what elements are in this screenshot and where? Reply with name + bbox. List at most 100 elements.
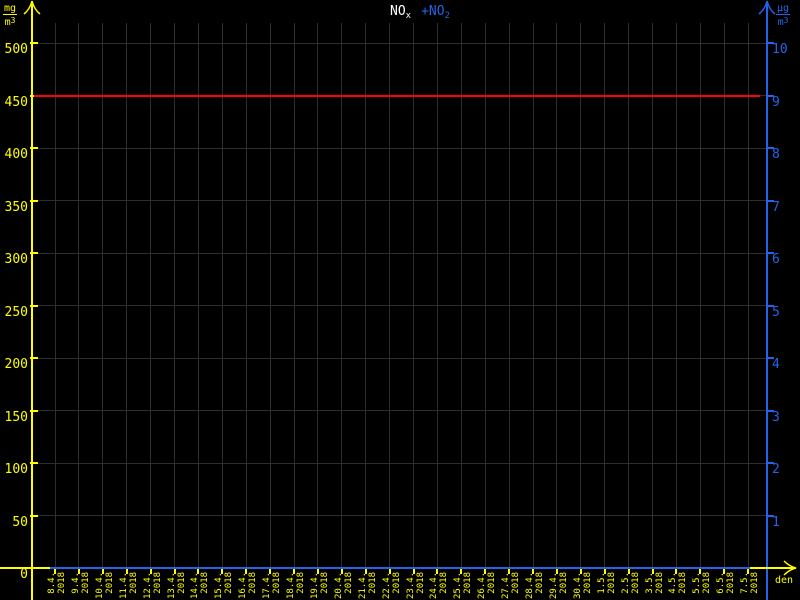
gridline-vertical <box>652 23 653 568</box>
date-text: 19.4. <box>309 571 320 599</box>
left-axis-tick-label: 350 <box>4 199 28 215</box>
gridline-vertical <box>150 23 152 568</box>
year-text: 2018 <box>463 572 474 594</box>
x-axis-date-label: 10.4. 2018 <box>95 572 115 599</box>
gridline-vertical <box>580 23 582 568</box>
gridline-vertical <box>413 23 414 568</box>
right-axis-tick-label: 9 <box>772 94 780 110</box>
gridline-vertical <box>269 23 271 568</box>
left-axis-tick <box>30 199 38 202</box>
left-axis-tick <box>30 42 38 44</box>
gridline-vertical <box>317 23 319 568</box>
gridline-vertical <box>747 23 749 568</box>
date-text: 15.4. <box>214 571 225 599</box>
gridline-vertical <box>54 23 56 568</box>
right-axis-tick-label: 4 <box>772 357 780 372</box>
date-text: 10.4. <box>94 571 105 599</box>
date-text: 6.5. <box>716 572 727 594</box>
year-text: 2018 <box>415 572 426 594</box>
left-axis-tick-label: 300 <box>4 252 28 267</box>
series-nox-title: NOx <box>390 4 411 21</box>
gridline-vertical <box>102 23 104 568</box>
x-axis-date-label: 30.4. 2018 <box>573 572 593 599</box>
nox-text: NO <box>390 4 406 19</box>
left-axis-tick <box>30 252 38 254</box>
gridline-vertical <box>221 23 223 568</box>
year-text: 2018 <box>750 572 761 594</box>
gridline-vertical <box>174 23 175 568</box>
date-text: 23.4. <box>405 571 416 599</box>
left-axis-tick-label: 50 <box>12 514 28 530</box>
right-unit-numerator: µg <box>776 3 791 15</box>
x-axis-date-label: 16.4. 2018 <box>238 572 258 599</box>
right-axis-tick-label: 7 <box>772 199 780 215</box>
series-line-nox <box>34 95 760 97</box>
left-axis-tick-label: 250 <box>4 304 28 320</box>
x-axis-date-label: 11.4. 2018 <box>119 572 139 599</box>
year-text: 2018 <box>343 572 354 594</box>
date-text: 4.5. <box>668 572 679 594</box>
date-text: 27.4. <box>501 571 512 599</box>
right-axis-tick-label: 6 <box>772 252 780 267</box>
right-y-axis <box>766 3 768 600</box>
date-text: 3.5. <box>644 572 655 594</box>
right-axis-tick-label: 10 <box>772 42 788 57</box>
x-axis-date-label: 15.4. 2018 <box>214 572 234 599</box>
gridline-vertical <box>508 23 510 568</box>
x-axis-date-label: 26.4. 2018 <box>477 572 497 599</box>
year-text: 2018 <box>296 572 306 594</box>
year-text: 2018 <box>678 572 689 594</box>
gridline-vertical <box>365 23 367 568</box>
gridline-vertical <box>675 23 677 568</box>
x-axis-date-label: 25.4. 2018 <box>453 572 473 599</box>
year-text: 2018 <box>630 572 641 594</box>
x-axis-arrow-label: den <box>775 575 794 586</box>
date-text: 7.5. <box>740 572 751 594</box>
date-text: 22.4. <box>381 571 392 599</box>
date-text: 26.4. <box>477 571 488 599</box>
x-axis-date-label: 13.4. 2018 <box>167 572 187 599</box>
gridline-vertical <box>293 23 295 568</box>
pollution-chart: NOx +NO2 mg m3 µg m3 den 8.4. 2018 9.4. 2018… <box>0 0 800 600</box>
right-axis-unit-label: µg m3 <box>776 3 791 28</box>
date-text: 11.4. <box>118 571 129 599</box>
right-axis-arrow-icon <box>758 0 776 15</box>
year-text: 2018 <box>57 572 67 594</box>
year-text: 2018 <box>535 572 545 594</box>
left-axis-tick <box>30 514 38 517</box>
year-text: 2018 <box>582 572 593 594</box>
right-axis-tick-label: 1 <box>772 514 780 530</box>
date-text: 16.4. <box>238 571 249 599</box>
x-axis-date-label: 2.5. 2018 <box>621 572 641 599</box>
gridline-vertical <box>604 23 606 568</box>
date-text: 13.4. <box>166 571 177 599</box>
year-text: 2018 <box>152 572 163 594</box>
series-line-no2 <box>50 567 750 569</box>
year-text: 2018 <box>176 572 187 594</box>
x-axis-date-label: 14.4. 2018 <box>190 572 210 599</box>
date-text: 28.4. <box>525 571 535 599</box>
year-text: 2018 <box>391 572 402 594</box>
left-axis-tick-label: 100 <box>4 462 28 477</box>
gridline-vertical <box>484 23 486 568</box>
gridline-vertical <box>628 23 630 568</box>
gridline-horizontal <box>33 305 767 306</box>
gridline-vertical <box>78 23 80 568</box>
left-unit-numerator: mg <box>3 3 18 15</box>
gridline-vertical <box>126 23 128 568</box>
date-text: 17.4. <box>262 571 273 599</box>
x-axis-date-label: 21.4. 2018 <box>358 572 378 599</box>
gridline-horizontal <box>33 515 767 516</box>
series-no2-title: +NO2 <box>421 4 450 21</box>
date-text: 1.5. <box>596 572 607 594</box>
x-axis-date-label: 27.4. 2018 <box>501 572 521 599</box>
x-axis-date-label: 23.4. 2018 <box>406 572 426 599</box>
left-axis-tick <box>30 147 38 149</box>
year-text: 2018 <box>439 572 450 594</box>
x-axis-date-label: 6.5. 2018 <box>716 572 736 599</box>
year-text: 2018 <box>702 572 713 594</box>
date-text: 20.4. <box>333 571 344 599</box>
gridline-vertical <box>341 23 343 568</box>
left-unit-denominator: m3 <box>3 15 17 28</box>
right-unit-exponent: 3 <box>783 16 789 25</box>
